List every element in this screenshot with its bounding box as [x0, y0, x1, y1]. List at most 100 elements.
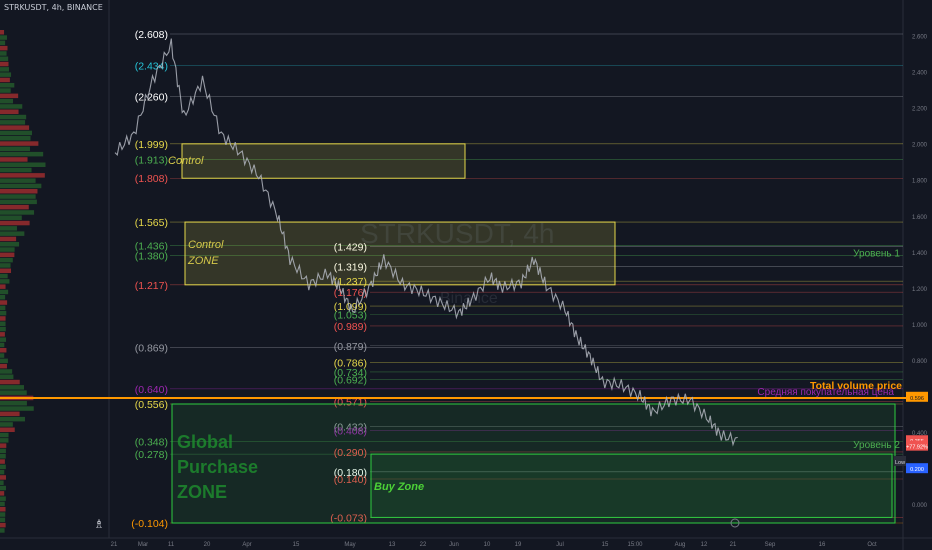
volume-profile-bar [0, 67, 9, 72]
volume-profile-bar [0, 480, 4, 485]
x-tick-label: 11 [168, 542, 175, 548]
inner-level-label: (0.879) [334, 341, 367, 353]
volume-profile-bar [0, 242, 20, 247]
y-tick-label: 1.800 [912, 179, 928, 185]
volume-profile-bar [0, 496, 6, 501]
volume-profile-bar [0, 284, 6, 289]
volume-profile-bar [0, 485, 6, 491]
volume-profile-bar [0, 379, 20, 385]
x-tick-label: 15:00 [627, 542, 643, 548]
x-tick-label: 20 [204, 542, 211, 548]
volume-profile-bar [0, 88, 11, 93]
volume-profile-bar [0, 109, 19, 114]
volume-profile-bar [0, 77, 10, 83]
level-label: (0.348) [135, 437, 168, 449]
inner-level-label: (1.053) [334, 309, 367, 321]
volume-profile-bar [0, 263, 11, 268]
x-tick-label: 12 [701, 542, 708, 548]
level-1-label: Уровень 1 [853, 249, 900, 260]
volume-profile-bar [0, 369, 13, 374]
global-zone-text: Purchase [177, 457, 258, 477]
volume-profile-bar [0, 125, 30, 130]
volume-profile-bar [0, 459, 5, 464]
level-label: (1.913) [135, 154, 168, 166]
volume-profile-bar [0, 491, 5, 496]
x-tick-label: 10 [484, 542, 491, 548]
y-tick-label: 2.000 [912, 143, 928, 149]
volume-profile-bar [0, 231, 25, 236]
x-tick-label: Mar [138, 542, 148, 548]
price-chart[interactable]: 2.600 2.400 2.200 2.000 1.800 1.600 1.400 1.200… [0, 0, 932, 550]
volume-profile-bar [0, 295, 6, 300]
level-label: (1.565) [135, 217, 168, 229]
y-tick-label: 1.400 [912, 251, 928, 257]
volume-profile-bar [0, 93, 19, 99]
volume-profile-bar [0, 310, 7, 316]
volume-profile-bar [0, 204, 29, 210]
level-label: (1.380) [135, 250, 168, 262]
x-tick-label: 16 [819, 542, 826, 548]
volume-profile-bar [0, 438, 9, 443]
level-label: (0.640) [135, 384, 168, 396]
global-zone-text: Global [177, 432, 233, 452]
volume-profile-bar [0, 385, 24, 390]
level-2-label: Уровень 2 [853, 440, 900, 451]
x-tick-label: Apr [242, 542, 251, 548]
y-tick-label: 1.200 [912, 287, 928, 293]
volume-profile-bar [0, 61, 9, 67]
volume-profile-bar [0, 247, 15, 252]
level-label: (0.278) [135, 449, 168, 461]
volume-profile-bar [0, 416, 25, 422]
volume-profile-bar [0, 146, 30, 152]
volume-profile-bar [0, 448, 6, 454]
volume-profile-bar [0, 30, 5, 35]
y-tick-label: 0.000 [912, 503, 928, 509]
x-tick-label: Aug [675, 542, 686, 548]
volume-profile-bar [0, 305, 6, 311]
volume-profile-bar [0, 183, 42, 189]
low-badge-text: Low [895, 460, 905, 466]
volume-profile-bar [0, 517, 6, 523]
volume-profile-bar [0, 454, 6, 459]
control-zone-text: Control [168, 155, 204, 167]
volume-profile-bar [0, 178, 36, 183]
volume-profile-bar [0, 390, 27, 395]
volume-profile-bar [0, 51, 7, 56]
control-zone-text: Control [188, 239, 224, 251]
volume-profile-bar [0, 522, 6, 528]
x-tick-label: May [344, 542, 355, 548]
inner-level-label: (0.989) [334, 321, 367, 333]
volume-profile-bar [0, 427, 15, 432]
y-tick-label: 2.200 [912, 107, 928, 113]
volume-profile-bar [0, 252, 15, 258]
axis-price-badge-text: +77.92% [906, 445, 928, 451]
volume-profile-bar [0, 130, 32, 136]
volume-profile-bar [0, 363, 7, 369]
axis-price-badge-text: 0.200 [910, 467, 924, 473]
volume-profile-bar [0, 422, 13, 427]
x-tick-label: Jun [449, 542, 459, 548]
volume-profile-bar [0, 268, 12, 273]
volume-profile-bar [0, 501, 5, 507]
volume-profile-bar [0, 151, 44, 157]
volume-profile-bar [0, 464, 6, 470]
volume-profile-bar [0, 83, 15, 88]
level-label: (2.608) [135, 29, 168, 41]
x-tick-label: 15 [602, 542, 609, 548]
buy-zone-text: Buy Zone [374, 481, 424, 493]
volume-profile-bar [0, 40, 6, 46]
x-tick-label: Oct [867, 542, 877, 548]
axis-price-badge-text: 0.596 [910, 396, 924, 402]
level-label: (1.808) [135, 173, 168, 185]
volume-profile-bar [0, 162, 46, 167]
volume-profile-bar [0, 257, 13, 263]
level-label: (0.869) [135, 343, 168, 355]
zone-box [184, 221, 616, 286]
volume-profile-bar [0, 475, 6, 480]
control-zone-text: ZONE [187, 255, 219, 267]
level-label: (1.217) [135, 280, 168, 292]
volume-profile-bar [0, 406, 34, 411]
symbol-header: STRKUSDT, 4h, BINANCE [4, 3, 103, 12]
x-tick-label: Jul [556, 542, 564, 548]
volume-profile-bar [0, 114, 27, 120]
